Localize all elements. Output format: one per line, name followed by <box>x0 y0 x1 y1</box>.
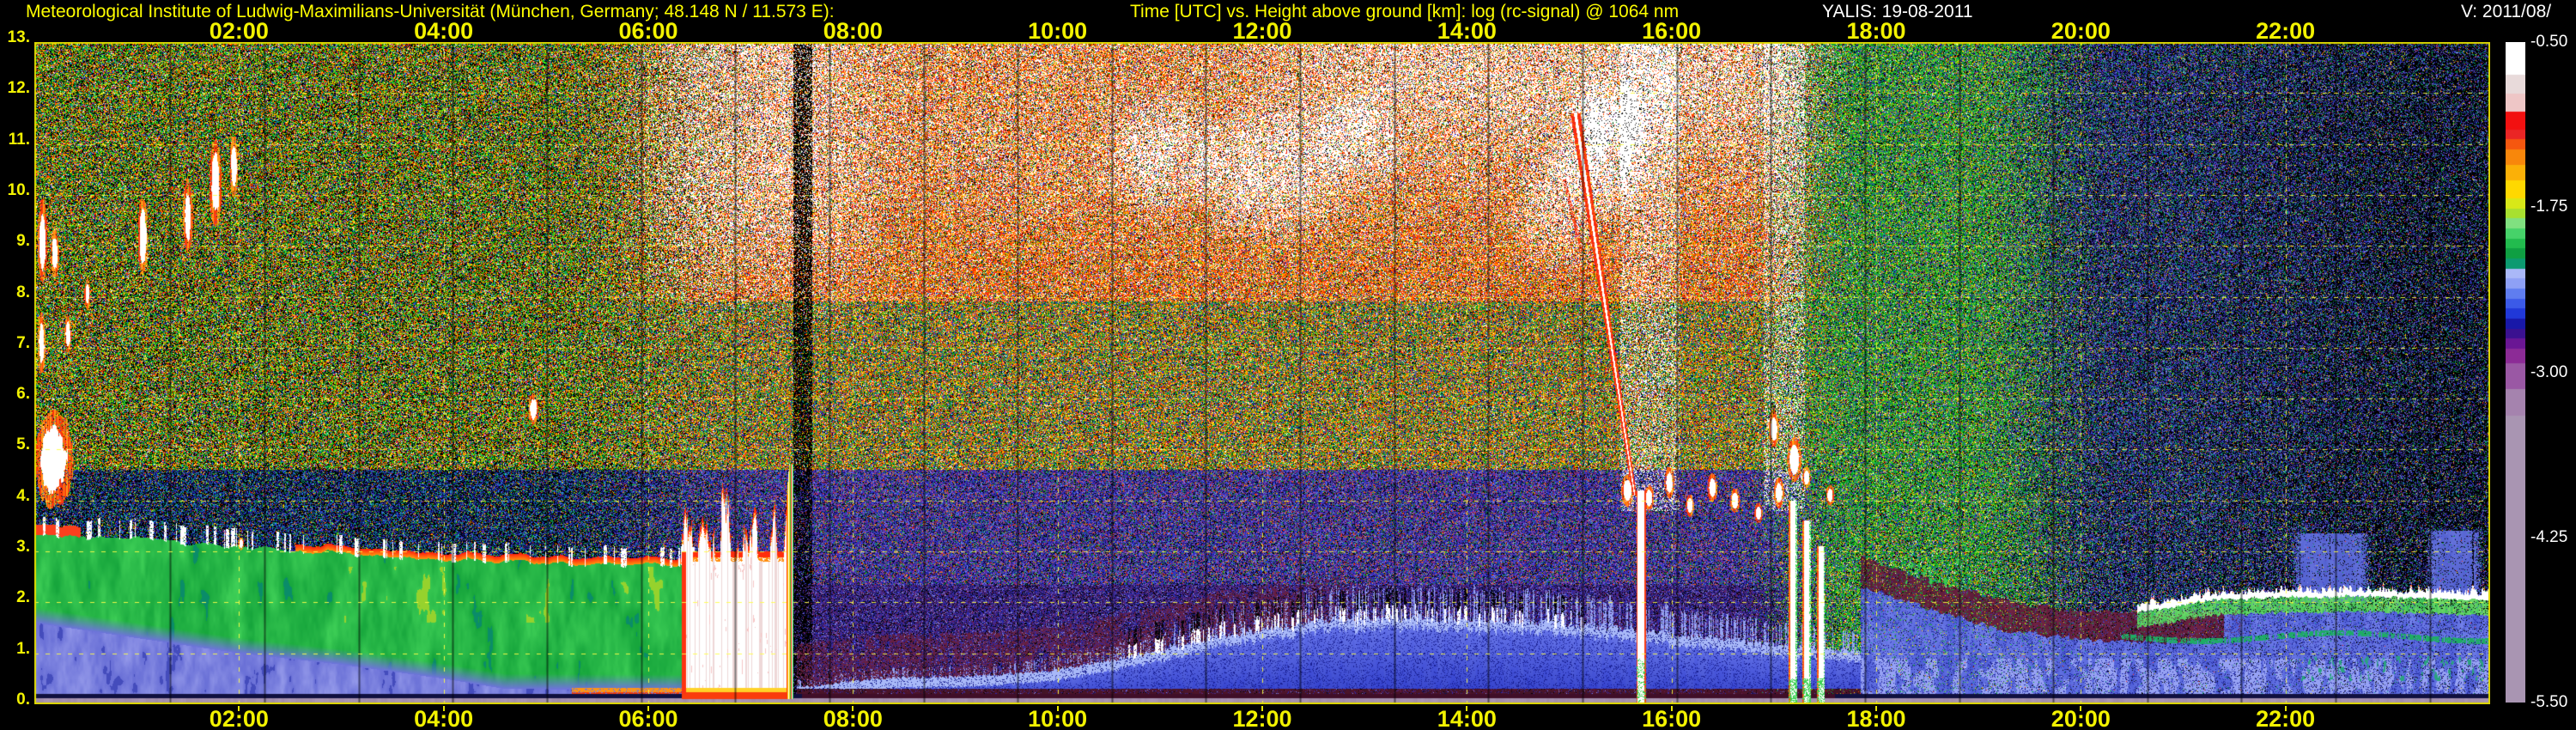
x-tick-top-10:00: 10:00 <box>1028 18 1088 44</box>
colorbar-tick--3.00: -3.00 <box>2530 362 2568 381</box>
lidar-quicklook-page: Meteorological Institute of Ludwig-Maxim… <box>0 0 2576 730</box>
x-tick-top-12:00: 12:00 <box>1232 18 1292 44</box>
y-tick-9.: 9. <box>16 232 30 251</box>
x-tick-top-08:00: 08:00 <box>823 18 883 44</box>
x-tickmark-04:00 <box>442 706 445 711</box>
x-tickmark-02:00 <box>238 706 240 711</box>
x-tick-top-02:00: 02:00 <box>209 18 269 44</box>
x-tickmark-10:00 <box>1056 706 1059 711</box>
colorbar-canvas <box>2506 42 2525 703</box>
colorbar-tick--4.25: -4.25 <box>2530 527 2568 546</box>
x-tickmark-12:00 <box>1261 706 1263 711</box>
colorbar-tick--5.50: -5.50 <box>2530 693 2568 711</box>
x-tick-top-14:00: 14:00 <box>1437 18 1497 44</box>
x-tickmark-14:00 <box>1466 706 1468 711</box>
y-tick-10.: 10. <box>7 180 30 199</box>
x-tickmark-06:00 <box>647 706 649 711</box>
y-tick-6.: 6. <box>16 385 30 404</box>
y-tick-8.: 8. <box>16 283 30 301</box>
y-tick-12.: 12. <box>7 79 30 98</box>
y-tick-13.: 13. <box>7 28 30 46</box>
plot-title: Time [UTC] vs. Height above ground [km]:… <box>1130 2 1680 21</box>
heatmap-canvas <box>34 42 2490 704</box>
y-tick-0.: 0. <box>16 690 30 709</box>
y-tick-5.: 5. <box>16 435 30 454</box>
x-tick-top-20:00: 20:00 <box>2050 18 2111 44</box>
x-tick-top-22:00: 22:00 <box>2256 18 2316 44</box>
x-tickmark-22:00 <box>2284 706 2287 711</box>
colorbar-tick--1.75: -1.75 <box>2530 198 2568 216</box>
x-tickmark-08:00 <box>852 706 854 711</box>
y-tick-2.: 2. <box>16 588 30 607</box>
x-tickmark-20:00 <box>2080 706 2082 711</box>
y-tick-4.: 4. <box>16 486 30 505</box>
version-label: V: 2011/08/ <box>2461 2 2552 21</box>
x-tickmark-18:00 <box>1875 706 1877 711</box>
x-tick-top-04:00: 04:00 <box>414 18 474 44</box>
y-tick-11.: 11. <box>8 130 30 149</box>
x-tick-top-18:00: 18:00 <box>1846 18 1906 44</box>
colorbar-tick--0.50: -0.50 <box>2530 33 2568 51</box>
y-tick-1.: 1. <box>16 639 30 658</box>
x-tick-top-06:00: 06:00 <box>618 18 678 44</box>
x-tick-top-16:00: 16:00 <box>1642 18 1702 44</box>
y-tick-7.: 7. <box>16 333 30 352</box>
x-tickmark-16:00 <box>1670 706 1673 711</box>
y-tick-3.: 3. <box>16 538 30 557</box>
